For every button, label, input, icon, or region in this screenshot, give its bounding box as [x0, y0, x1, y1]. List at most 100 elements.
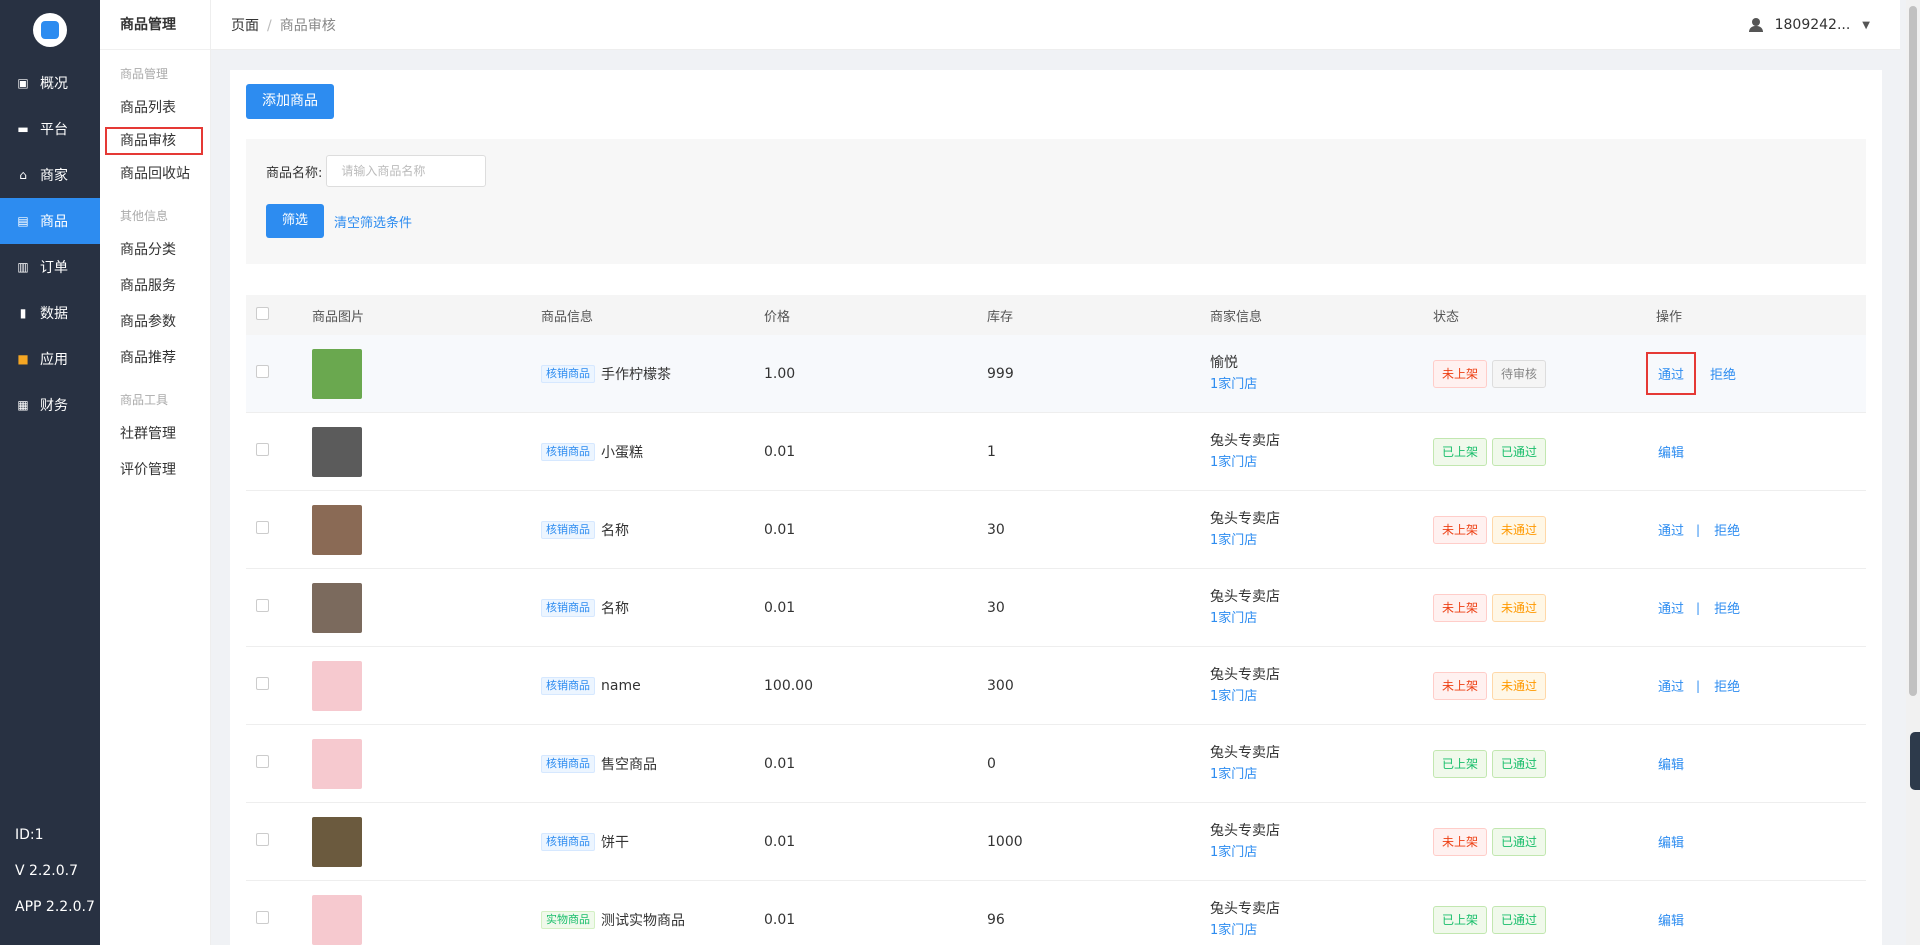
goods-table: 商品图片 商品信息 价格 库存 商家信息 状态 操作 核销商品 手作柠檬茶 1.00…	[246, 295, 1866, 945]
main-sidebar: ▣ 概况 ▬ 平台 ⌂ 商家 ▤ 商品 ▥ 订单 ▮ 数据 ■ 应用 ▦ 财务 ID:1 V 2.2.0.7 …	[0, 0, 100, 945]
approve-link[interactable]: 通过	[1658, 598, 1684, 617]
row-checkbox[interactable]	[256, 911, 269, 924]
row-actions: 编辑	[1656, 832, 1866, 851]
edit-link[interactable]: 编辑	[1658, 832, 1684, 851]
goods-thumbnail[interactable]	[312, 660, 362, 711]
clear-filter-link[interactable]: 清空筛选条件	[334, 212, 412, 231]
store-count-link[interactable]: 1家门店	[1210, 452, 1433, 474]
approve-link[interactable]: 通过	[1645, 352, 1697, 395]
nav-item-label: 概况	[40, 76, 68, 92]
store-count-link[interactable]: 1家门店	[1210, 842, 1433, 864]
goods-type-tag: 核销商品	[541, 832, 595, 851]
subnav-item-reviews[interactable]: 评价管理	[100, 452, 210, 488]
goods-type-tag: 核销商品	[541, 598, 595, 617]
nav-item-1[interactable]: ▬ 平台	[0, 106, 100, 152]
nav-item-label: 应用	[40, 352, 68, 368]
reject-link[interactable]: 拒绝	[1714, 676, 1740, 695]
row-checkbox[interactable]	[256, 755, 269, 768]
review-status-badge: 待审核	[1492, 359, 1547, 388]
goods-thumbnail[interactable]	[312, 816, 362, 867]
goods-price: 0.01	[764, 521, 796, 538]
edit-link[interactable]: 编辑	[1658, 442, 1684, 461]
row-checkbox[interactable]	[256, 365, 269, 378]
table-row: 核销商品 name 100.00 300 兔头专卖店 1家门店 未上架 未通过 通过 | 拒绝	[246, 647, 1866, 725]
nav-item-7[interactable]: ▦ 财务	[0, 382, 100, 428]
breadcrumb-root[interactable]: 页面	[231, 18, 259, 34]
subnav-item-goods-review[interactable]: 商品审核	[104, 126, 204, 156]
goods-thumbnail[interactable]	[312, 894, 362, 945]
goods-thumbnail[interactable]	[312, 426, 362, 477]
store-count-link[interactable]: 1家门店	[1210, 764, 1433, 786]
nav-item-5[interactable]: ▮ 数据	[0, 290, 100, 336]
monitor-icon: ▬	[17, 122, 29, 136]
row-actions: 编辑	[1656, 442, 1866, 461]
subnav-item-recycle-bin[interactable]: 商品回收站	[100, 156, 210, 192]
subnav-group-other: 其他信息	[120, 209, 169, 223]
goods-stock: 999	[987, 365, 1014, 382]
subnav-item-service[interactable]: 商品服务	[100, 268, 210, 304]
col-header-status: 状态	[1433, 309, 1460, 325]
shelf-status-badge: 未上架	[1433, 515, 1488, 544]
store-count-link[interactable]: 1家门店	[1210, 920, 1433, 942]
subnav-group-tools: 商品工具	[120, 393, 169, 407]
store-count-link[interactable]: 1家门店	[1210, 374, 1433, 396]
subnav-group-goods: 商品管理	[120, 67, 169, 81]
nav-item-2[interactable]: ⌂ 商家	[0, 152, 100, 198]
approve-link[interactable]: 通过	[1658, 676, 1684, 695]
reject-link[interactable]: 拒绝	[1714, 520, 1740, 539]
subnav-item-recommend[interactable]: 商品推荐	[100, 340, 210, 376]
shelf-status-badge: 已上架	[1433, 749, 1488, 778]
store-count-link[interactable]: 1家门店	[1210, 530, 1433, 552]
finance-icon: ▦	[17, 398, 29, 412]
row-actions: 通过 拒绝	[1645, 352, 1866, 395]
subnav-item-category[interactable]: 商品分类	[100, 232, 210, 268]
reject-link[interactable]: 拒绝	[1714, 598, 1740, 617]
shelf-status-badge: 未上架	[1433, 593, 1488, 622]
goods-name-input[interactable]	[326, 155, 487, 187]
secondary-sidebar: 商品管理 商品管理 商品列表 商品审核 商品回收站 其他信息 商品分类 商品服务…	[100, 0, 211, 945]
nav-item-0[interactable]: ▣ 概况	[0, 60, 100, 106]
approve-link[interactable]: 通过	[1658, 520, 1684, 539]
app-logo[interactable]	[33, 13, 67, 47]
review-status-badge: 已通过	[1492, 905, 1547, 934]
page-scrollbar[interactable]	[1906, 0, 1920, 945]
reject-link[interactable]: 拒绝	[1710, 364, 1736, 383]
nav-item-3[interactable]: ▤ 商品	[0, 198, 100, 244]
row-checkbox[interactable]	[256, 677, 269, 690]
store-count-link[interactable]: 1家门店	[1210, 686, 1433, 708]
select-all-checkbox[interactable]	[256, 306, 269, 320]
goods-type-tag: 核销商品	[541, 754, 595, 773]
store-count-link[interactable]: 1家门店	[1210, 608, 1433, 630]
subnav-item-goods-list[interactable]: 商品列表	[100, 90, 210, 126]
goods-thumbnail[interactable]	[312, 504, 362, 555]
nav-item-4[interactable]: ▥ 订单	[0, 244, 100, 290]
ops-separator: |	[1696, 600, 1701, 615]
goods-name: 名称	[601, 600, 629, 617]
goods-name: 测试实物商品	[601, 912, 685, 929]
subnav-item-params[interactable]: 商品参数	[100, 304, 210, 340]
main-nav-list: ▣ 概况 ▬ 平台 ⌂ 商家 ▤ 商品 ▥ 订单 ▮ 数据 ■ 应用 ▦ 财务	[0, 60, 100, 428]
nav-item-6[interactable]: ■ 应用	[0, 336, 100, 382]
row-checkbox[interactable]	[256, 599, 269, 612]
top-bar: 页面 / 商品审核 1809242... ▼	[211, 0, 1900, 50]
row-checkbox[interactable]	[256, 833, 269, 846]
table-row: 核销商品 手作柠檬茶 1.00 999 愉悦 1家门店 未上架 待审核 通过 拒绝	[246, 335, 1866, 413]
edit-link[interactable]: 编辑	[1658, 754, 1684, 773]
add-goods-button[interactable]: 添加商品	[246, 84, 334, 119]
subnav-item-community[interactable]: 社群管理	[100, 416, 210, 452]
edit-link[interactable]: 编辑	[1658, 910, 1684, 929]
row-checkbox[interactable]	[256, 521, 269, 534]
row-checkbox[interactable]	[256, 443, 269, 456]
breadcrumb-current: 商品审核	[279, 17, 336, 34]
floating-widget[interactable]	[1910, 732, 1920, 790]
scrollbar-thumb[interactable]	[1909, 6, 1917, 696]
filter-button[interactable]: 筛选	[266, 204, 325, 238]
user-menu[interactable]: 1809242... ▼	[1748, 0, 1870, 50]
review-status-badge: 已通过	[1492, 827, 1547, 856]
goods-thumbnail[interactable]	[312, 738, 362, 789]
table-row: 核销商品 饼干 0.01 1000 兔头专卖店 1家门店 未上架 已通过 编辑	[246, 803, 1866, 881]
goods-price: 0.01	[764, 755, 796, 772]
goods-thumbnail[interactable]	[312, 582, 362, 633]
goods-thumbnail[interactable]	[312, 348, 362, 399]
shop-name: 兔头专卖店	[1210, 744, 1280, 761]
